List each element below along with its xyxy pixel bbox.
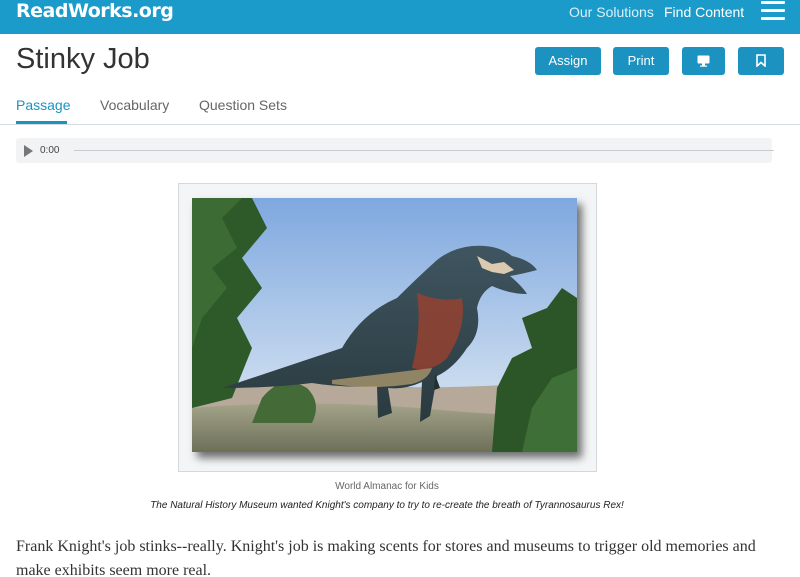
tab-vocabulary[interactable]: Vocabulary	[100, 96, 169, 114]
passage-text: Frank Knight's job stinks--really. Knigh…	[16, 538, 756, 577]
present-button[interactable]	[682, 47, 725, 75]
logo-main-text: ReadWorks	[16, 0, 133, 22]
audio-time: 0:00	[40, 145, 60, 156]
page-title: Stinky Job	[16, 43, 150, 75]
audio-progress-track[interactable]	[74, 150, 774, 151]
bookmark-button[interactable]	[738, 47, 784, 75]
assign-button[interactable]: Assign	[535, 47, 601, 75]
passage-figure	[178, 183, 597, 472]
top-navigation-bar: ReadWorks.org Our Solutions Find Content	[0, 0, 800, 34]
figure-caption: The Natural History Museum wanted Knight…	[150, 500, 624, 511]
print-button[interactable]: Print	[613, 47, 669, 75]
tab-passage[interactable]: Passage	[16, 96, 70, 114]
tab-question-sets[interactable]: Question Sets	[199, 96, 287, 114]
bookmark-icon	[756, 54, 766, 68]
nav-find-content-link[interactable]: Find Content	[664, 4, 744, 20]
content-tabs: Passage Vocabulary Question Sets	[0, 90, 800, 125]
hamburger-menu-icon[interactable]	[761, 0, 785, 22]
play-icon[interactable]	[24, 145, 33, 157]
active-tab-indicator	[16, 121, 67, 124]
audio-player: 0:00	[16, 138, 774, 163]
readworks-logo[interactable]: ReadWorks.org	[16, 0, 174, 22]
figure-credit: World Almanac for Kids	[335, 481, 439, 492]
monitor-icon	[697, 55, 710, 67]
tyrannosaurus-photo	[192, 198, 577, 452]
logo-org-text: .org	[132, 0, 174, 22]
nav-our-solutions-link[interactable]: Our Solutions	[569, 4, 654, 20]
